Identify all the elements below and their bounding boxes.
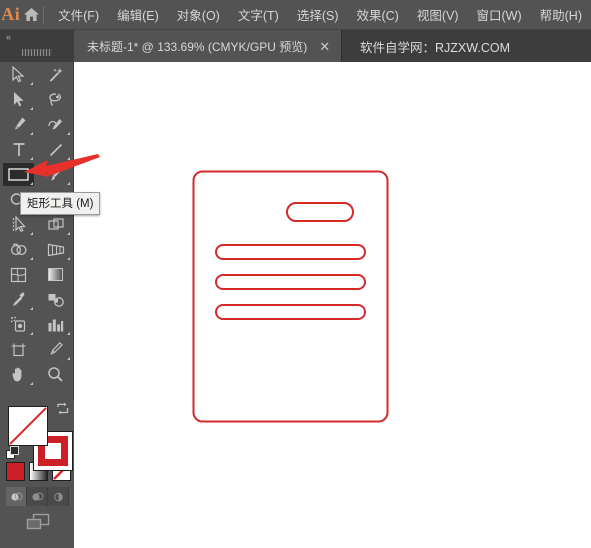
- draw-behind-icon: [31, 492, 44, 501]
- pen-tool[interactable]: [0, 112, 37, 137]
- tools-panel: [0, 62, 74, 548]
- tool-flyout-corner-icon: [67, 357, 70, 360]
- bar-1-shape: [286, 202, 354, 222]
- tool-flyout-corner-icon: [67, 157, 70, 160]
- menu-object[interactable]: 对象(O): [168, 0, 229, 30]
- toolbar-header: «: [0, 30, 74, 62]
- blend-tool[interactable]: [37, 287, 74, 312]
- column-graph-tool[interactable]: [37, 312, 74, 337]
- tool-grid: [0, 62, 74, 387]
- tool-flyout-corner-icon: [30, 82, 33, 85]
- illustrator-window: Ai 文件(F) 编辑(E) 对象(O) 文字(T) 选择(S) 效果(C) 视…: [0, 0, 591, 548]
- color-controls: [0, 400, 74, 548]
- tool-flyout-corner-icon: [30, 132, 33, 135]
- rectangle-tool[interactable]: [0, 162, 37, 187]
- document-canvas[interactable]: [74, 62, 591, 548]
- hand-tool[interactable]: [0, 362, 37, 387]
- toolbar-drag-grip[interactable]: [22, 49, 52, 56]
- tool-flyout-corner-icon: [30, 107, 33, 110]
- mesh-tool[interactable]: [0, 262, 37, 287]
- zoom-tool[interactable]: [37, 362, 74, 387]
- tool-flyout-corner-icon: [67, 257, 70, 260]
- symbol-sprayer-tool[interactable]: [0, 312, 37, 337]
- tool-flyout-corner-icon: [30, 382, 33, 385]
- menu-view[interactable]: 视图(V): [408, 0, 468, 30]
- menu-item-list: 文件(F) 编辑(E) 对象(O) 文字(T) 选择(S) 效果(C) 视图(V…: [49, 0, 591, 30]
- free-transform-tool[interactable]: [37, 212, 74, 237]
- type-tool[interactable]: [0, 137, 37, 162]
- shape-builder-tool[interactable]: [0, 237, 37, 262]
- eyedropper-tool[interactable]: [0, 287, 37, 312]
- document-tab-label: 未标题-1* @ 133.69% (CMYK/GPU 预览): [87, 39, 308, 54]
- menu-select[interactable]: 选择(S): [288, 0, 348, 30]
- tool-tooltip: 矩形工具 (M): [20, 192, 101, 215]
- collapse-panel-icon[interactable]: «: [6, 33, 11, 42]
- menu-window[interactable]: 窗口(W): [468, 0, 531, 30]
- bar-2-shape: [215, 244, 366, 260]
- tool-flyout-corner-icon: [30, 182, 33, 185]
- change-screen-mode-icon[interactable]: [26, 513, 50, 531]
- document-tab-bar: « 未标题-1* @ 133.69% (CMYK/GPU 预览) ✕ 软件自学网…: [0, 30, 591, 62]
- draw-mode-row: [6, 487, 69, 506]
- artwork-group[interactable]: [192, 170, 392, 431]
- swap-fill-stroke-icon[interactable]: [56, 402, 70, 416]
- magic-wand-tool[interactable]: [37, 62, 74, 87]
- default-fill-stroke-icon[interactable]: [6, 446, 20, 460]
- line-segment-tool[interactable]: [37, 137, 74, 162]
- close-icon[interactable]: ✕: [319, 40, 330, 53]
- tool-flyout-corner-icon: [67, 232, 70, 235]
- lasso-tool[interactable]: [37, 87, 74, 112]
- menu-file[interactable]: 文件(F): [49, 0, 108, 30]
- home-icon[interactable]: [21, 0, 40, 30]
- tool-flyout-corner-icon: [30, 257, 33, 260]
- bar-3-shape: [215, 274, 366, 290]
- artwork-svg: [192, 170, 389, 423]
- selection-tool[interactable]: [0, 62, 37, 87]
- menu-effect[interactable]: 效果(C): [347, 0, 407, 30]
- page-outline-shape: [192, 170, 389, 423]
- perspective-grid-tool[interactable]: [37, 237, 74, 262]
- direct-selection-tool[interactable]: [0, 87, 37, 112]
- menu-type[interactable]: 文字(T): [229, 0, 288, 30]
- menu-help[interactable]: 帮助(H): [531, 0, 591, 30]
- tool-flyout-corner-icon: [67, 132, 70, 135]
- no-fill-slash-icon: [9, 407, 47, 445]
- tool-flyout-corner-icon: [30, 307, 33, 310]
- tool-flyout-corner-icon: [67, 182, 70, 185]
- rotate-tool[interactable]: [0, 212, 37, 237]
- artboard-tool[interactable]: [0, 337, 37, 362]
- document-tab[interactable]: 未标题-1* @ 133.69% (CMYK/GPU 预览) ✕: [74, 30, 343, 62]
- curvature-tool[interactable]: [37, 112, 74, 137]
- tool-flyout-corner-icon: [30, 332, 33, 335]
- menu-bar: Ai 文件(F) 编辑(E) 对象(O) 文字(T) 选择(S) 效果(C) 视…: [0, 0, 591, 30]
- paintbrush-tool[interactable]: [37, 162, 74, 187]
- draw-inside-button[interactable]: [48, 487, 69, 506]
- draw-inside-icon: [53, 492, 63, 501]
- tool-flyout-corner-icon: [30, 157, 33, 160]
- tool-flyout-corner-icon: [67, 332, 70, 335]
- color-mode-button[interactable]: [6, 462, 25, 481]
- fill-swatch[interactable]: [8, 406, 48, 446]
- app-logo: Ai: [1, 4, 21, 24]
- gradient-tool[interactable]: [37, 262, 74, 287]
- bar-4-shape: [215, 304, 366, 320]
- draw-normal-icon: [10, 492, 23, 501]
- watermark-text: 软件自学网：RJZXW.COM: [360, 40, 510, 55]
- draw-behind-button[interactable]: [27, 487, 48, 506]
- tool-flyout-corner-icon: [30, 232, 33, 235]
- slice-tool[interactable]: [37, 337, 74, 362]
- draw-normal-button[interactable]: [6, 487, 27, 506]
- menu-edit[interactable]: 编辑(E): [108, 0, 168, 30]
- menu-divider: [42, 5, 44, 24]
